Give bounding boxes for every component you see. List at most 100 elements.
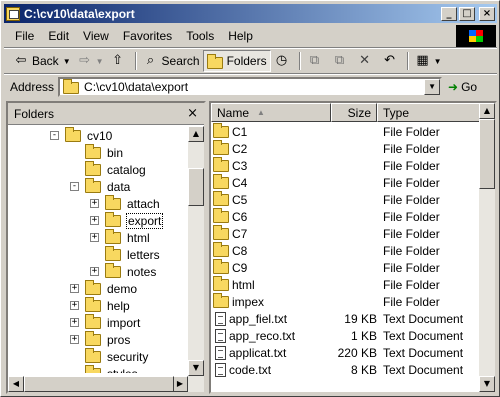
collapse-icon[interactable]: - xyxy=(70,182,79,191)
expand-icon[interactable]: + xyxy=(90,216,99,225)
file-name: C2 xyxy=(232,141,248,156)
list-item[interactable]: C5 File Folder xyxy=(211,190,481,208)
expand-icon[interactable]: + xyxy=(70,301,79,310)
list-item-name: code.txt xyxy=(213,362,271,377)
scroll-up-button[interactable]: ▲ xyxy=(188,126,204,142)
search-icon: ⌕ xyxy=(146,53,155,68)
file-type: File Folder xyxy=(383,277,440,292)
history-button[interactable]: ◷ xyxy=(271,50,296,72)
tree-item[interactable]: - data xyxy=(70,177,131,195)
scroll-thumb[interactable] xyxy=(188,168,204,206)
minimize-button[interactable]: _ xyxy=(441,6,457,21)
list-item[interactable]: applicat.txt 220 KB Text Document xyxy=(211,344,481,361)
list-item[interactable]: code.txt 8 KB Text Document xyxy=(211,361,481,378)
list-item[interactable]: app_fiel.txt 19 KB Text Document xyxy=(211,310,481,327)
close-pane-icon[interactable]: × xyxy=(187,106,198,121)
folders-button[interactable]: Folders xyxy=(202,50,271,72)
file-name: html xyxy=(232,277,255,292)
scroll-left-button[interactable]: ◀ xyxy=(8,376,24,392)
list-item[interactable]: C7 File Folder xyxy=(211,224,481,242)
expand-icon[interactable]: + xyxy=(90,267,99,276)
folder-icon xyxy=(105,262,121,278)
list-item[interactable]: C2 File Folder xyxy=(211,139,481,157)
scroll-thumb[interactable] xyxy=(24,376,174,392)
close-button[interactable]: × xyxy=(479,6,495,21)
list-item[interactable]: C4 File Folder xyxy=(211,173,481,191)
tree-item[interactable]: styles xyxy=(70,364,139,373)
list-item[interactable]: C8 File Folder xyxy=(211,241,481,259)
list-vertical-scrollbar[interactable]: ▲ ▼ xyxy=(479,103,495,392)
tree-item[interactable]: catalog xyxy=(70,160,147,178)
menu-tools[interactable]: Tools xyxy=(179,29,221,43)
copy-to-button[interactable]: ⧉ xyxy=(329,50,354,72)
file-list-pane: Name ▲ Size Type C1 File Folder C2 File Fol… xyxy=(209,101,497,394)
menu-view[interactable]: View xyxy=(76,29,116,43)
file-name: app_reco.txt xyxy=(229,328,296,343)
scroll-right-button[interactable]: ▶ xyxy=(172,376,188,392)
tree-item[interactable]: + attach xyxy=(90,194,161,212)
tree-item[interactable]: bin xyxy=(70,143,124,161)
expand-icon[interactable]: + xyxy=(90,199,99,208)
column-type[interactable]: Type xyxy=(377,103,481,122)
file-type: File Folder xyxy=(383,209,440,224)
chevron-down-icon[interactable]: ▼ xyxy=(63,57,71,66)
forward-button[interactable]: ⇨ ▼ xyxy=(74,50,107,72)
menu-file[interactable]: File xyxy=(8,29,41,43)
scroll-down-button[interactable]: ▼ xyxy=(479,376,495,392)
scroll-down-button[interactable]: ▼ xyxy=(188,360,204,376)
list-item[interactable]: C1 File Folder xyxy=(211,122,481,140)
expand-icon[interactable]: + xyxy=(70,284,79,293)
tree-item[interactable]: + notes xyxy=(90,262,157,280)
scroll-thumb[interactable] xyxy=(479,119,495,189)
list-item[interactable]: app_reco.txt 1 KB Text Document xyxy=(211,327,481,344)
search-button[interactable]: ⌕ Search xyxy=(140,50,203,72)
list-item[interactable]: impex File Folder xyxy=(211,292,481,310)
tree-item[interactable]: + import xyxy=(70,313,141,331)
menu-favorites[interactable]: Favorites xyxy=(116,29,179,43)
tree-item[interactable]: + pros xyxy=(70,330,131,348)
title-bar[interactable]: C:\cv10\data\export _ □ × xyxy=(4,4,497,23)
address-bar: Address C:\cv10\data\export ▼ ➜ Go xyxy=(4,75,497,98)
expand-icon[interactable]: + xyxy=(90,233,99,242)
tree-item[interactable]: + export xyxy=(90,211,164,229)
tree-item[interactable]: + demo xyxy=(70,279,138,297)
maximize-button[interactable]: □ xyxy=(459,6,475,21)
list-item[interactable]: C6 File Folder xyxy=(211,207,481,225)
tree-item[interactable]: + help xyxy=(70,296,131,314)
tree-item[interactable]: - cv10 xyxy=(50,126,113,144)
go-button[interactable]: ➜ Go xyxy=(448,80,477,94)
list-item[interactable]: C3 File Folder xyxy=(211,156,481,174)
undo-button[interactable]: ↶ xyxy=(379,50,404,72)
folder-icon xyxy=(105,211,121,227)
file-type: File Folder xyxy=(383,226,440,241)
file-name: C5 xyxy=(232,192,248,207)
file-name: C6 xyxy=(232,209,248,224)
list-item[interactable]: C9 File Folder xyxy=(211,258,481,276)
views-button[interactable]: ▦ ▼ xyxy=(412,50,445,72)
column-name[interactable]: Name ▲ xyxy=(211,103,331,122)
window-icon[interactable] xyxy=(6,6,20,21)
chevron-down-icon[interactable]: ▼ xyxy=(96,57,104,66)
list-item-name: C4 xyxy=(213,173,247,190)
menu-help[interactable]: Help xyxy=(221,29,260,43)
expand-icon[interactable]: + xyxy=(70,335,79,344)
address-dropdown-button[interactable]: ▼ xyxy=(424,78,441,95)
scroll-up-button[interactable]: ▲ xyxy=(479,103,495,119)
move-to-button[interactable]: ⧉ xyxy=(304,50,329,72)
tree-item[interactable]: letters xyxy=(90,245,161,263)
menu-edit[interactable]: Edit xyxy=(41,29,76,43)
expand-icon[interactable]: + xyxy=(70,318,79,327)
delete-button[interactable]: ✕ xyxy=(354,50,379,72)
back-button[interactable]: ⇦ Back ▼ xyxy=(10,50,74,72)
tree-horizontal-scrollbar[interactable]: ◀ ▶ xyxy=(8,376,204,392)
chevron-down-icon[interactable]: ▼ xyxy=(434,57,442,66)
tree-item[interactable]: security xyxy=(70,347,149,365)
up-button[interactable]: ⇧ xyxy=(107,50,132,72)
history-icon: ◷ xyxy=(275,53,288,68)
list-item[interactable]: html File Folder xyxy=(211,275,481,293)
tree-item[interactable]: + html xyxy=(90,228,151,246)
address-input[interactable]: C:\cv10\data\export ▼ xyxy=(58,76,443,97)
column-size[interactable]: Size xyxy=(331,103,377,122)
tree-vertical-scrollbar[interactable]: ▲ ▼ xyxy=(188,126,204,376)
collapse-icon[interactable]: - xyxy=(50,131,59,140)
